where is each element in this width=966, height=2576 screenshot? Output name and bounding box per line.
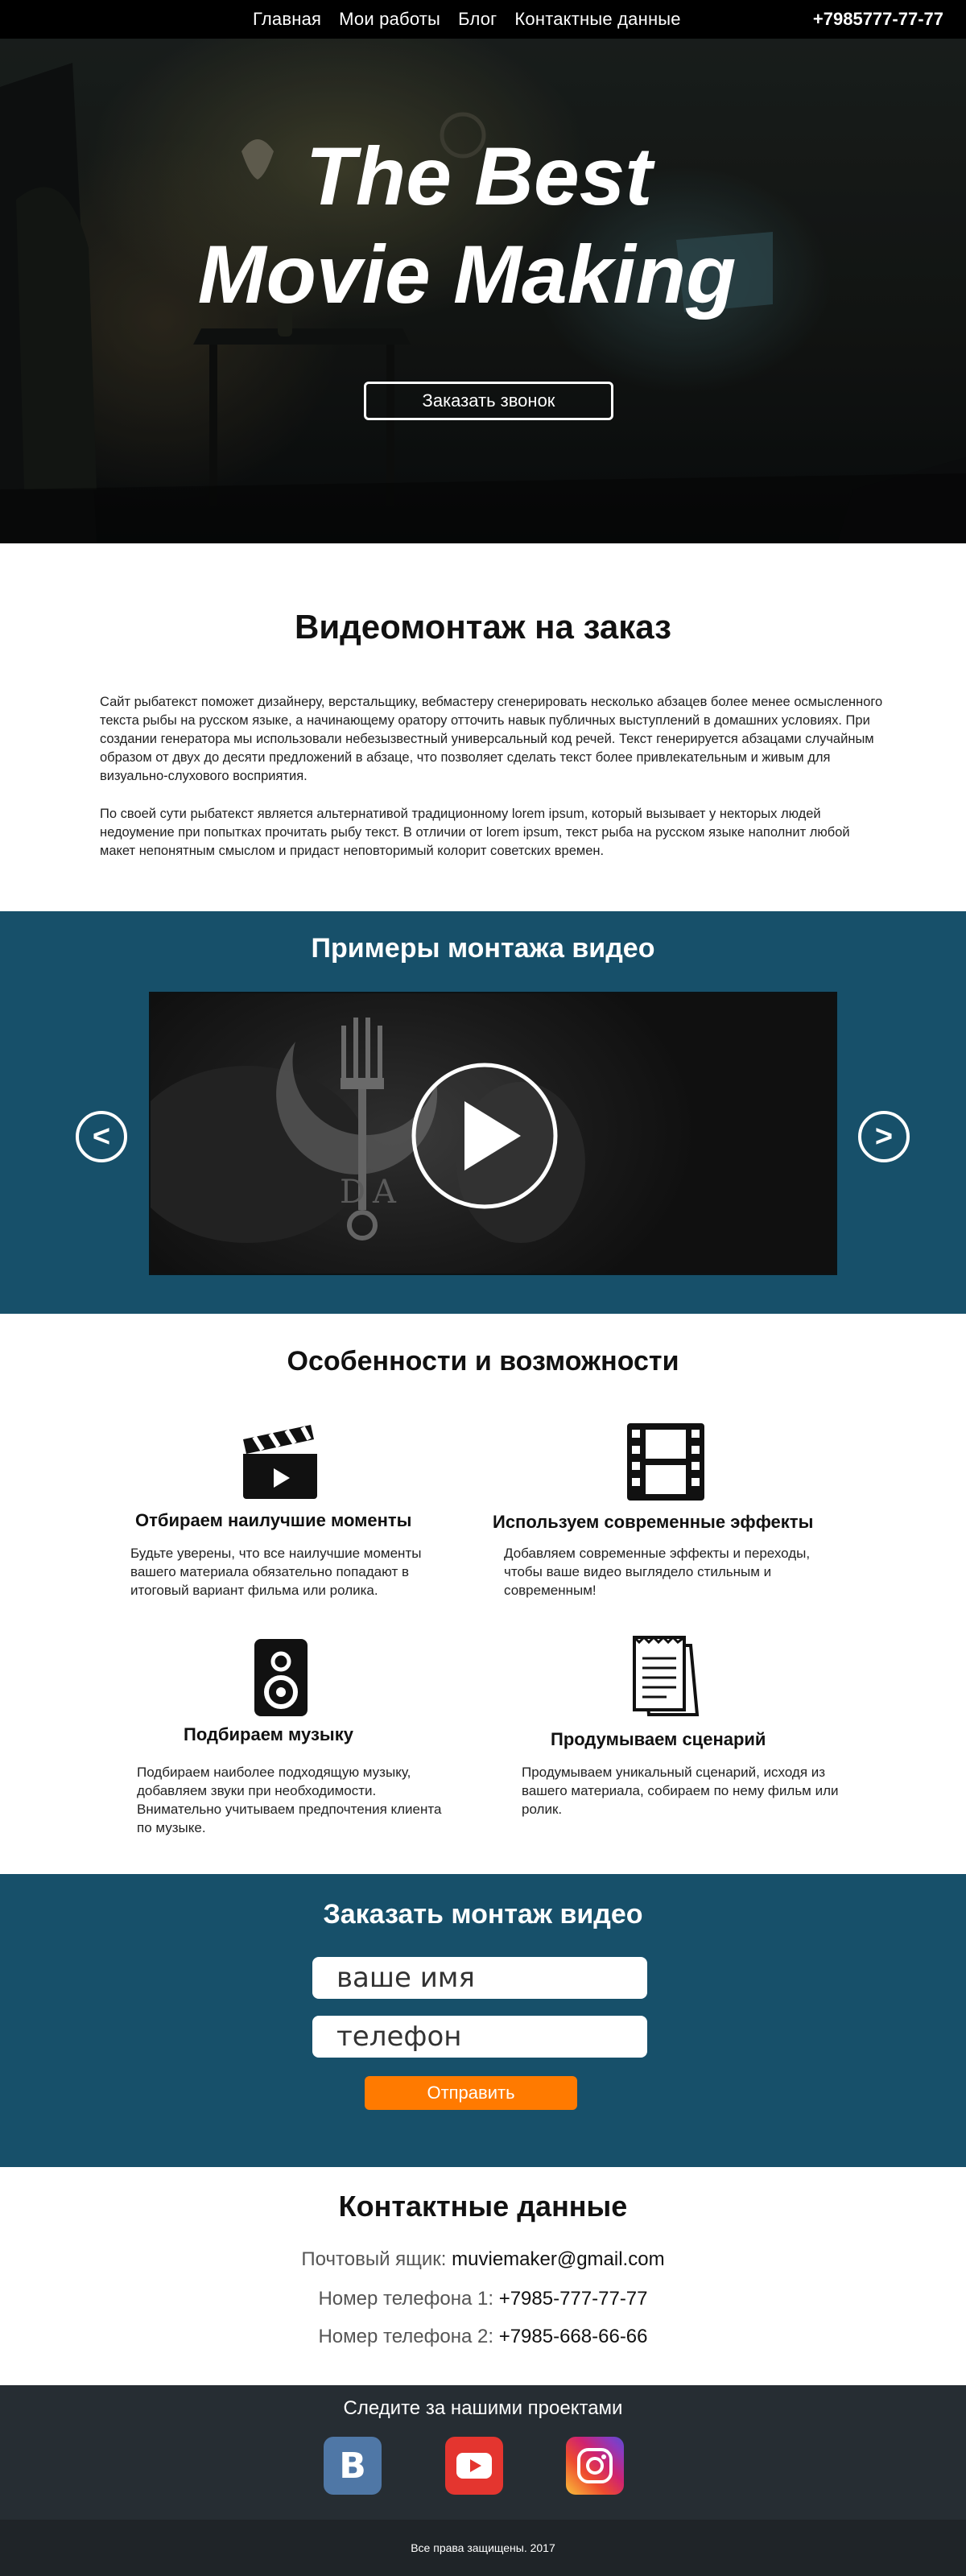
name-input[interactable] <box>312 1957 647 1999</box>
contacts-title: Контактные данные <box>338 2190 628 2223</box>
features-title: Особенности и возможности <box>287 1346 679 1377</box>
social-title: Следите за нашими проектами <box>343 2397 623 2419</box>
play-icon[interactable] <box>408 1059 561 1212</box>
feature-text-music: Подбираем наиболее подходящую музыку, до… <box>137 1765 442 1835</box>
clapperboard-icon <box>243 1425 317 1499</box>
svg-text:D: D <box>340 1174 365 1211</box>
contact-phone1-line: Номер телефона 1: +7985-777-77-77 <box>0 2288 966 2310</box>
contact-email-line: Почтовый ящик: muviemaker@gmail.com <box>0 2248 966 2271</box>
svg-text:A: A <box>372 1174 397 1211</box>
carousel-next-button[interactable]: > <box>858 1111 910 1162</box>
nav-link-my-works[interactable]: Мои работы <box>339 9 440 30</box>
submit-button[interactable]: Отправить <box>365 2076 577 2110</box>
hero-section: The Best Movie Making Заказать звонок <box>0 39 966 543</box>
contact-phone2-value[interactable]: +7985-668-66-66 <box>499 2326 648 2347</box>
feature-heading-modern-effects: Используем современные эффекты <box>493 1512 814 1532</box>
contact-phone2-line: Номер телефона 2: +7985-668-66-66 <box>0 2326 966 2348</box>
hero-title-line-1: The Best <box>305 130 653 222</box>
carousel-prev-button[interactable]: < <box>76 1111 127 1162</box>
top-navigation: Главная Мои работы Блог Контактные данны… <box>0 0 966 39</box>
youtube-play-icon <box>456 2453 492 2479</box>
contact-email-label: Почтовый ящик: <box>301 2248 447 2270</box>
nav-link-blog[interactable]: Блог <box>458 9 497 30</box>
intro-paragraph-1: Сайт рыбатекст поможет дизайнеру, верста… <box>100 695 883 783</box>
hero-title-line-2: Movie Making <box>197 229 737 320</box>
phone-input[interactable] <box>312 2016 647 2058</box>
script-document-icon <box>633 1635 700 1716</box>
contact-phone1-label: Номер телефона 1: <box>318 2288 494 2310</box>
instagram-icon[interactable] <box>566 2437 624 2495</box>
contact-phone1-value[interactable]: +7985-777-77-77 <box>499 2288 648 2310</box>
feature-text-best-moments: Будьте уверены, что все наилучшие момент… <box>130 1546 422 1598</box>
film-strip-icon <box>627 1423 704 1501</box>
footer-copyright: Все права защищены. 2017 <box>411 2541 555 2554</box>
feature-heading-music: Подбираем музыку <box>184 1724 353 1744</box>
section-title-video-editing: Видеомонтаж на заказ <box>294 608 672 646</box>
order-form-title: Заказать монтаж видео <box>323 1899 643 1930</box>
examples-title: Примеры монтажа видео <box>311 933 655 964</box>
contact-email-value[interactable]: muviemaker@gmail.com <box>452 2248 664 2270</box>
instagram-camera-icon <box>577 2448 613 2483</box>
video-player[interactable]: D A <box>149 992 837 1275</box>
nav-links: Главная Мои работы Блог Контактные данны… <box>253 0 681 39</box>
speaker-icon <box>254 1639 308 1716</box>
feature-heading-best-moments: Отбираем наилучшие моменты <box>135 1510 412 1530</box>
feature-text-modern-effects: Добавляем современные эффекты и переходы… <box>504 1546 811 1598</box>
feature-heading-script: Продумываем сценарий <box>551 1729 766 1749</box>
nav-link-contacts[interactable]: Контактные данные <box>514 9 680 30</box>
header-phone[interactable]: +7985777-77-77 <box>813 0 943 39</box>
order-form-section: Заказать монтаж видео Отправить <box>0 1874 966 2167</box>
intro-paragraph-2: По своей сути рыбатекст является альтерн… <box>100 807 850 858</box>
nav-link-home[interactable]: Главная <box>253 9 321 30</box>
footer: Все права защищены. 2017 <box>0 2520 966 2576</box>
youtube-icon[interactable] <box>445 2437 503 2495</box>
social-section: Следите за нашими проектами B <box>0 2385 966 2520</box>
vk-icon[interactable]: B <box>324 2437 382 2495</box>
examples-section: Примеры монтажа видео D A < > <box>0 911 966 1314</box>
order-call-button[interactable]: Заказать звонок <box>364 382 613 420</box>
vk-letter: B <box>339 2445 366 2487</box>
feature-text-script: Продумываем уникальный сценарий, исходя … <box>522 1765 839 1817</box>
contact-phone2-label: Номер телефона 2: <box>318 2326 494 2347</box>
hero-title: The Best Movie Making <box>0 127 966 324</box>
